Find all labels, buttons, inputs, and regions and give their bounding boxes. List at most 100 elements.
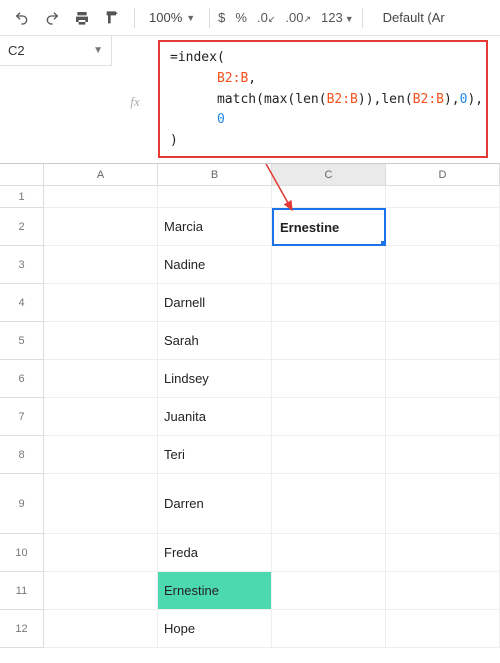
chevron-down-icon: ▼ — [93, 45, 103, 56]
cell-D11[interactable] — [386, 572, 500, 610]
col-header-b[interactable]: B — [158, 164, 272, 185]
row-header[interactable]: 12 — [0, 610, 44, 648]
table-row: 12 Hope — [0, 610, 500, 648]
table-row: 7 Juanita — [0, 398, 500, 436]
cell-C2[interactable]: Ernestine — [272, 208, 386, 246]
formula-bar-row: C2 ▼ fx =index( B2:B, match(max(len(B2:B… — [0, 36, 500, 164]
cell-B11[interactable]: Ernestine — [158, 572, 272, 610]
cell-D10[interactable] — [386, 534, 500, 572]
toolbar: 100% ▼ $ % .0↙ .00↗ 123▼ Default (Ar — [0, 0, 500, 36]
cell-A12[interactable] — [44, 610, 158, 648]
cell-D6[interactable] — [386, 360, 500, 398]
cell-B6[interactable]: Lindsey — [158, 360, 272, 398]
cell-C9[interactable] — [272, 474, 386, 534]
table-row: 9 Darren — [0, 474, 500, 534]
decrease-decimal-button[interactable]: .0↙ — [257, 10, 275, 25]
cell-B7[interactable]: Juanita — [158, 398, 272, 436]
cell-A1[interactable] — [44, 186, 158, 208]
cell-A5[interactable] — [44, 322, 158, 360]
col-header-d[interactable]: D — [386, 164, 500, 185]
cell-A9[interactable] — [44, 474, 158, 534]
paint-format-button[interactable] — [98, 4, 126, 32]
cell-A6[interactable] — [44, 360, 158, 398]
cell-C10[interactable] — [272, 534, 386, 572]
cell-D1[interactable] — [386, 186, 500, 208]
table-row: 2 MarciaErnestine — [0, 208, 500, 246]
cell-D3[interactable] — [386, 246, 500, 284]
cell-D4[interactable] — [386, 284, 500, 322]
table-row: 1 — [0, 186, 500, 208]
font-select[interactable]: Default (Ar — [383, 10, 445, 25]
cell-C11[interactable] — [272, 572, 386, 610]
table-row: 5 Sarah — [0, 322, 500, 360]
cell-B2[interactable]: Marcia — [158, 208, 272, 246]
row-header[interactable]: 11 — [0, 572, 44, 610]
table-row: 4 Darnell — [0, 284, 500, 322]
cell-B1[interactable] — [158, 186, 272, 208]
cell-D5[interactable] — [386, 322, 500, 360]
zoom-value: 100% — [149, 10, 182, 25]
cell-C3[interactable] — [272, 246, 386, 284]
redo-button[interactable] — [38, 4, 66, 32]
zoom-select[interactable]: 100% ▼ — [143, 10, 201, 25]
row-header[interactable]: 5 — [0, 322, 44, 360]
increase-decimal-button[interactable]: .00↗ — [285, 10, 311, 25]
row-header[interactable]: 4 — [0, 284, 44, 322]
row-header[interactable]: 1 — [0, 186, 44, 208]
cell-C1[interactable] — [272, 186, 386, 208]
cell-D12[interactable] — [386, 610, 500, 648]
cell-B8[interactable]: Teri — [158, 436, 272, 474]
cell-C4[interactable] — [272, 284, 386, 322]
fx-icon: fx — [112, 94, 158, 110]
more-formats-button[interactable]: 123▼ — [321, 10, 354, 25]
cell-B9[interactable]: Darren — [158, 474, 272, 534]
cell-A8[interactable] — [44, 436, 158, 474]
separator — [209, 8, 210, 28]
undo-button[interactable] — [8, 4, 36, 32]
cell-A7[interactable] — [44, 398, 158, 436]
currency-button[interactable]: $ — [218, 10, 225, 25]
cell-C8[interactable] — [272, 436, 386, 474]
cell-C7[interactable] — [272, 398, 386, 436]
fill-handle[interactable] — [381, 241, 386, 246]
spreadsheet-grid: A B C D 12MarciaErnestine3Nadine4Darnell… — [0, 164, 500, 648]
name-box-value: C2 — [8, 43, 25, 58]
cell-C12[interactable] — [272, 610, 386, 648]
row-header[interactable]: 2 — [0, 208, 44, 246]
col-header-c[interactable]: C — [272, 164, 386, 185]
row-header[interactable]: 6 — [0, 360, 44, 398]
print-button[interactable] — [68, 4, 96, 32]
cell-B4[interactable]: Darnell — [158, 284, 272, 322]
table-row: 10 Freda — [0, 534, 500, 572]
row-header[interactable]: 10 — [0, 534, 44, 572]
table-row: 8 Teri — [0, 436, 500, 474]
row-header[interactable]: 7 — [0, 398, 44, 436]
cell-B3[interactable]: Nadine — [158, 246, 272, 284]
table-row: 6 Lindsey — [0, 360, 500, 398]
name-box[interactable]: C2 ▼ — [0, 36, 112, 66]
cell-A11[interactable] — [44, 572, 158, 610]
cell-D7[interactable] — [386, 398, 500, 436]
cell-D9[interactable] — [386, 474, 500, 534]
row-header[interactable]: 3 — [0, 246, 44, 284]
cell-B10[interactable]: Freda — [158, 534, 272, 572]
row-header[interactable]: 9 — [0, 474, 44, 534]
column-headers: A B C D — [0, 164, 500, 186]
chevron-down-icon: ▼ — [186, 13, 195, 23]
cell-D8[interactable] — [386, 436, 500, 474]
cell-A2[interactable] — [44, 208, 158, 246]
cell-C6[interactable] — [272, 360, 386, 398]
col-header-a[interactable]: A — [44, 164, 158, 185]
cell-A4[interactable] — [44, 284, 158, 322]
formula-bar[interactable]: =index( B2:B, match(max(len(B2:B)),len(B… — [158, 40, 488, 158]
cell-A10[interactable] — [44, 534, 158, 572]
separator — [134, 8, 135, 28]
percent-button[interactable]: % — [235, 10, 247, 25]
cell-B12[interactable]: Hope — [158, 610, 272, 648]
select-all-corner[interactable] — [0, 164, 44, 185]
cell-D2[interactable] — [386, 208, 500, 246]
cell-C5[interactable] — [272, 322, 386, 360]
cell-B5[interactable]: Sarah — [158, 322, 272, 360]
cell-A3[interactable] — [44, 246, 158, 284]
row-header[interactable]: 8 — [0, 436, 44, 474]
